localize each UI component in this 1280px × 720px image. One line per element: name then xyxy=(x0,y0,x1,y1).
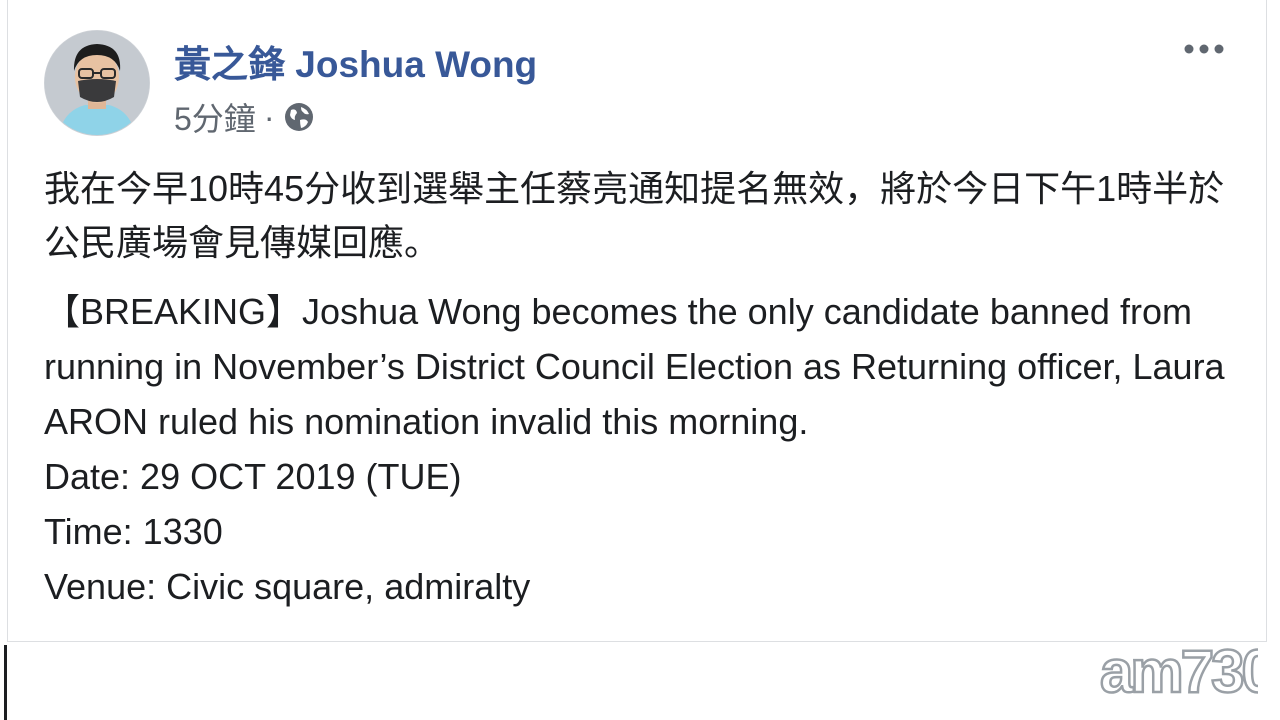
post-message-english: 【BREAKING】Joshua Wong becomes the only c… xyxy=(44,284,1244,614)
author-name-link[interactable]: 黃之鋒 Joshua Wong xyxy=(174,34,537,88)
avatar-image xyxy=(45,31,149,135)
post-meta: 5分鐘 · xyxy=(174,94,316,140)
meta-separator: · xyxy=(263,98,275,135)
date-line: Date: 29 OCT 2019 (TUE) xyxy=(44,456,462,497)
post-message-chinese: 我在今早10時45分收到選舉主任蔡亮通知提名無效，將於今日下午1時半於公民廣場會… xyxy=(44,168,1225,263)
next-post-edge xyxy=(4,645,7,720)
venue-line: Venue: Civic square, admiralty xyxy=(44,566,531,607)
next-post-area xyxy=(0,645,1280,720)
globe-icon[interactable] xyxy=(282,100,316,134)
time-line: Time: 1330 xyxy=(44,511,223,552)
am730-watermark-logo: am730 xyxy=(1099,637,1258,702)
watermark-text: am730 xyxy=(1100,638,1258,702)
facebook-post-card: 黃之鋒 Joshua Wong 5分鐘 · 我在今早10時45分收到選舉主任蔡亮… xyxy=(7,0,1267,642)
post-timestamp[interactable]: 5分鐘 xyxy=(174,94,256,140)
author-avatar[interactable] xyxy=(44,30,150,136)
breaking-paragraph: 【BREAKING】Joshua Wong becomes the only c… xyxy=(44,291,1225,442)
more-options-icon[interactable] xyxy=(1182,34,1226,64)
